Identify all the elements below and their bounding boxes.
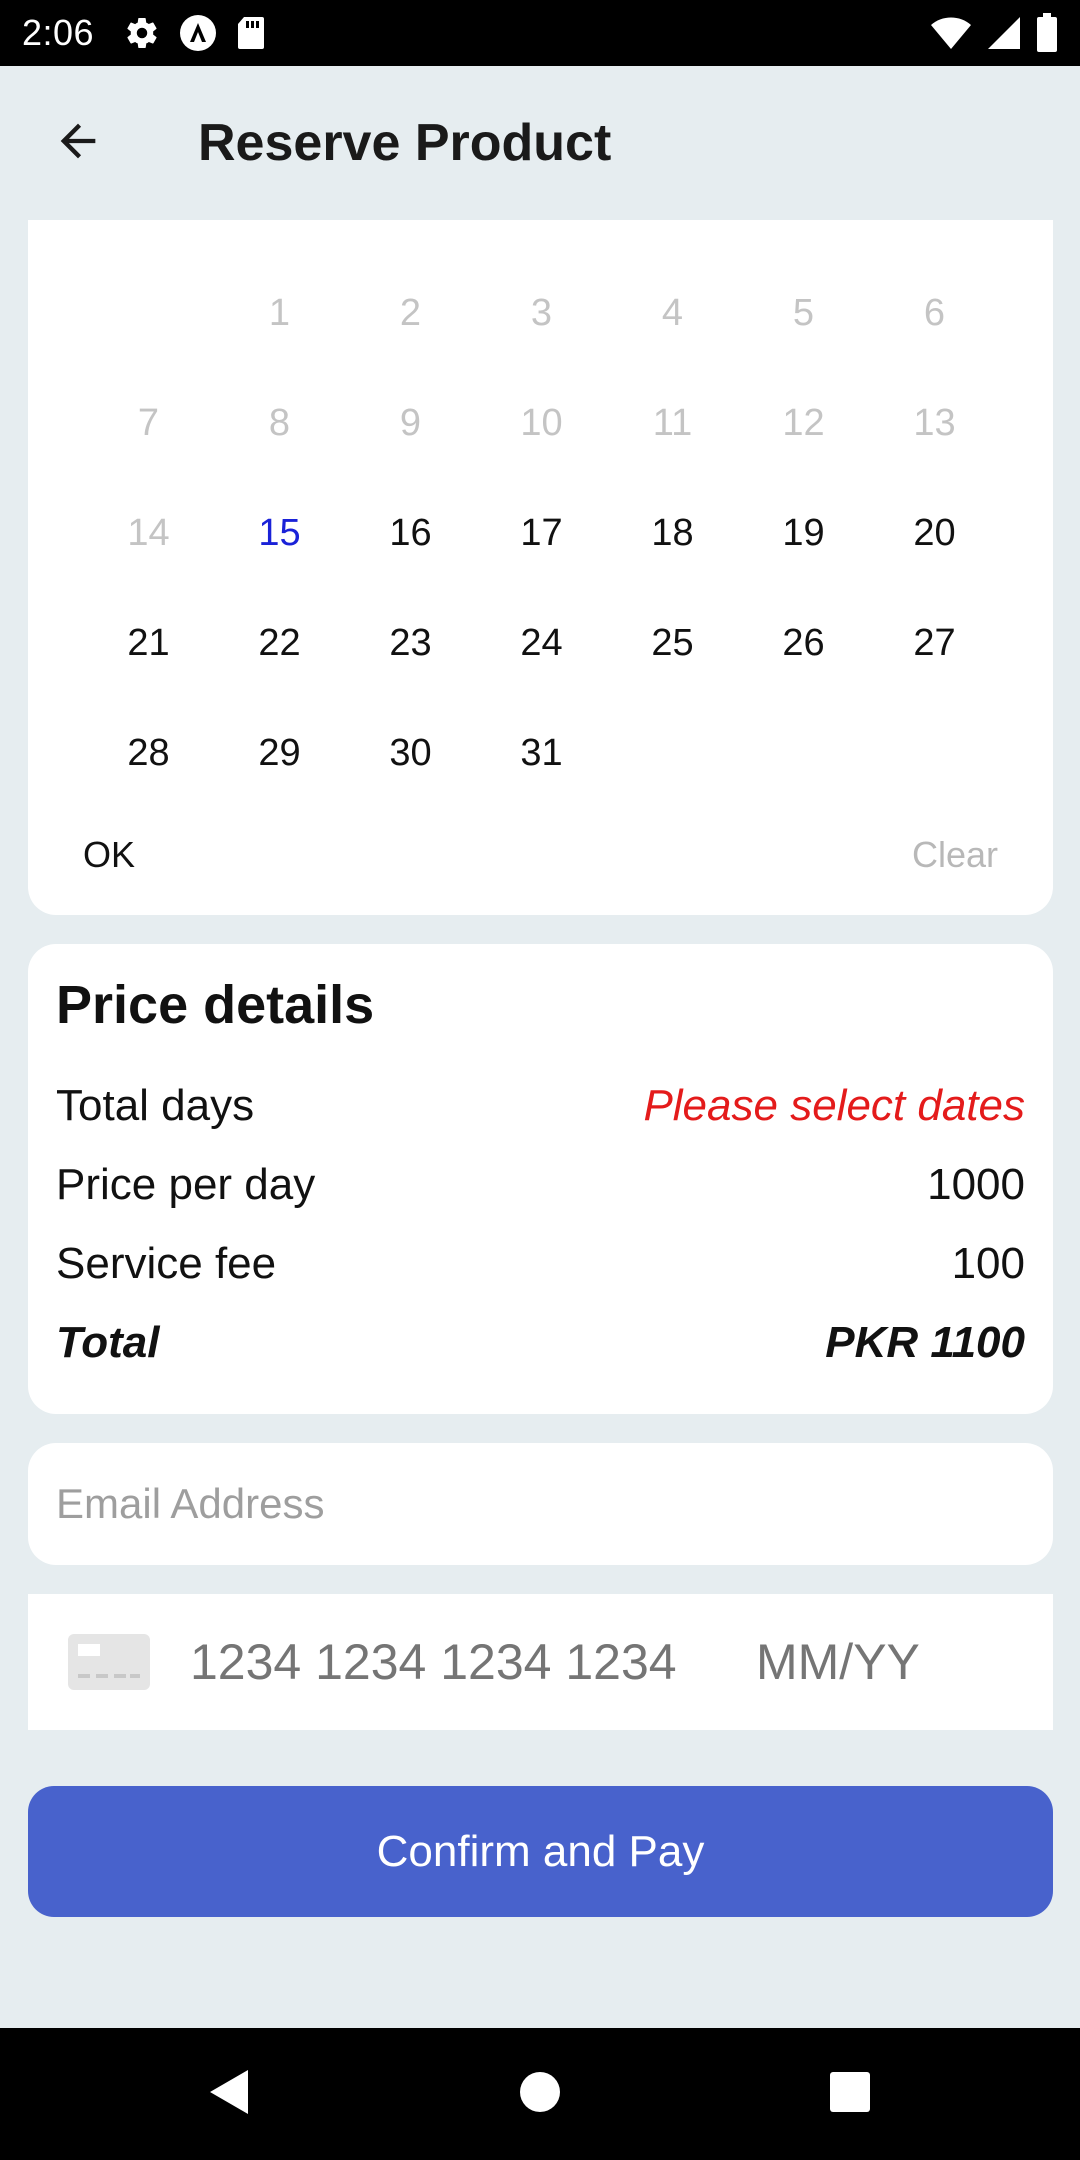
service-fee-row: Service fee 100 [56, 1224, 1025, 1303]
calendar-day: 9 [399, 401, 422, 444]
card-input[interactable] [28, 1594, 1053, 1730]
signal-icon [986, 15, 1022, 51]
page-title: Reserve Product [198, 114, 612, 172]
calendar-day: 12 [782, 401, 825, 444]
calendar-ok-button[interactable]: OK [83, 824, 135, 886]
calendar-day[interactable]: 16 [345, 478, 476, 588]
price-details-card: Price details Total days Please select d… [28, 944, 1053, 1414]
calendar-day[interactable]: 28 [83, 698, 214, 808]
calendar-day[interactable]: 27 [869, 588, 1000, 698]
total-days-value: Please select dates [643, 1080, 1025, 1130]
price-details-title: Price details [56, 975, 375, 1035]
calendar-clear-button[interactable]: Clear [912, 824, 998, 886]
calendar-day[interactable]: 23 [345, 588, 476, 698]
calendar-day[interactable]: 22 [214, 588, 345, 698]
calendar-card: 1 2 3 4 5 6 7 8 9 10 11 12 13 14 15 16 17 18 19 20 21 22 23 24 2… [28, 220, 1053, 915]
calendar-day[interactable]: 30 [345, 698, 476, 808]
calendar-day[interactable]: 17 [476, 478, 607, 588]
calendar-day: 1 [268, 291, 291, 334]
app-bar: Reserve Product [0, 66, 1080, 220]
nav-home-button[interactable] [460, 2028, 620, 2160]
calendar-day[interactable]: 19 [738, 478, 869, 588]
total-days-row: Total days Please select dates [56, 1066, 1025, 1145]
calendar-day[interactable]: 31 [476, 698, 607, 808]
sd-card-icon [236, 15, 266, 51]
calendar-day[interactable]: 20 [869, 478, 1000, 588]
total-value: PKR 1100 [825, 1317, 1025, 1367]
price-per-day-label: Price per day [56, 1159, 316, 1209]
calendar-day[interactable]: 21 [83, 588, 214, 698]
navigation-bar [0, 2028, 1080, 2160]
arrow-left-icon [52, 115, 104, 172]
back-triangle-icon [208, 2068, 252, 2121]
gear-icon [124, 15, 160, 51]
total-label: Total [56, 1317, 160, 1367]
home-circle-icon [519, 2071, 561, 2118]
status-bar: 2:06 [0, 0, 1080, 66]
total-days-label: Total days [56, 1080, 255, 1130]
calendar-day[interactable]: 24 [476, 588, 607, 698]
status-time: 2:06 [22, 12, 95, 53]
calendar-day: 8 [268, 401, 291, 444]
calendar-day: 4 [661, 291, 684, 334]
calendar-day: 10 [520, 401, 563, 444]
calendar-actions: OK Clear [28, 805, 1053, 905]
calendar-day[interactable]: 15 [214, 478, 345, 588]
calendar-day: 3 [530, 291, 553, 334]
total-row: Total PKR 1100 [56, 1303, 1025, 1382]
price-per-day-row: Price per day 1000 [56, 1145, 1025, 1224]
nav-back-button[interactable] [150, 2028, 310, 2160]
calendar-day[interactable]: 26 [738, 588, 869, 698]
calendar-day: 5 [792, 291, 815, 334]
status-icons-left [124, 13, 266, 53]
calendar-day[interactable]: 25 [607, 588, 738, 698]
credit-card-icon [68, 1634, 150, 1690]
calendar-grid: 1 2 3 4 5 6 7 8 9 10 11 12 13 14 15 16 17 18 19 20 21 22 23 24 2… [83, 258, 1000, 808]
calendar-day: 13 [913, 401, 956, 444]
email-field[interactable] [28, 1443, 1053, 1565]
calendar-day: 2 [399, 291, 422, 334]
recents-square-icon [829, 2071, 871, 2118]
battery-icon [1036, 13, 1058, 53]
service-fee-value: 100 [951, 1238, 1025, 1288]
calendar-day[interactable]: 29 [214, 698, 345, 808]
status-icons-right [930, 13, 1058, 53]
calendar-day: 6 [923, 291, 946, 334]
price-per-day-value: 1000 [927, 1159, 1025, 1209]
card-number-field[interactable] [190, 1633, 710, 1691]
calendar-day: 11 [652, 401, 693, 444]
calendar-day[interactable]: 18 [607, 478, 738, 588]
calendar-day: 7 [137, 401, 160, 444]
service-fee-label: Service fee [56, 1238, 277, 1288]
confirm-and-pay-button[interactable]: Confirm and Pay [28, 1786, 1053, 1917]
card-expiry-field[interactable] [756, 1633, 956, 1691]
a-logo-icon [178, 13, 218, 53]
nav-recents-button[interactable] [770, 2028, 930, 2160]
back-button[interactable] [28, 93, 128, 193]
calendar-day: 14 [127, 511, 170, 554]
wifi-icon [930, 15, 972, 51]
